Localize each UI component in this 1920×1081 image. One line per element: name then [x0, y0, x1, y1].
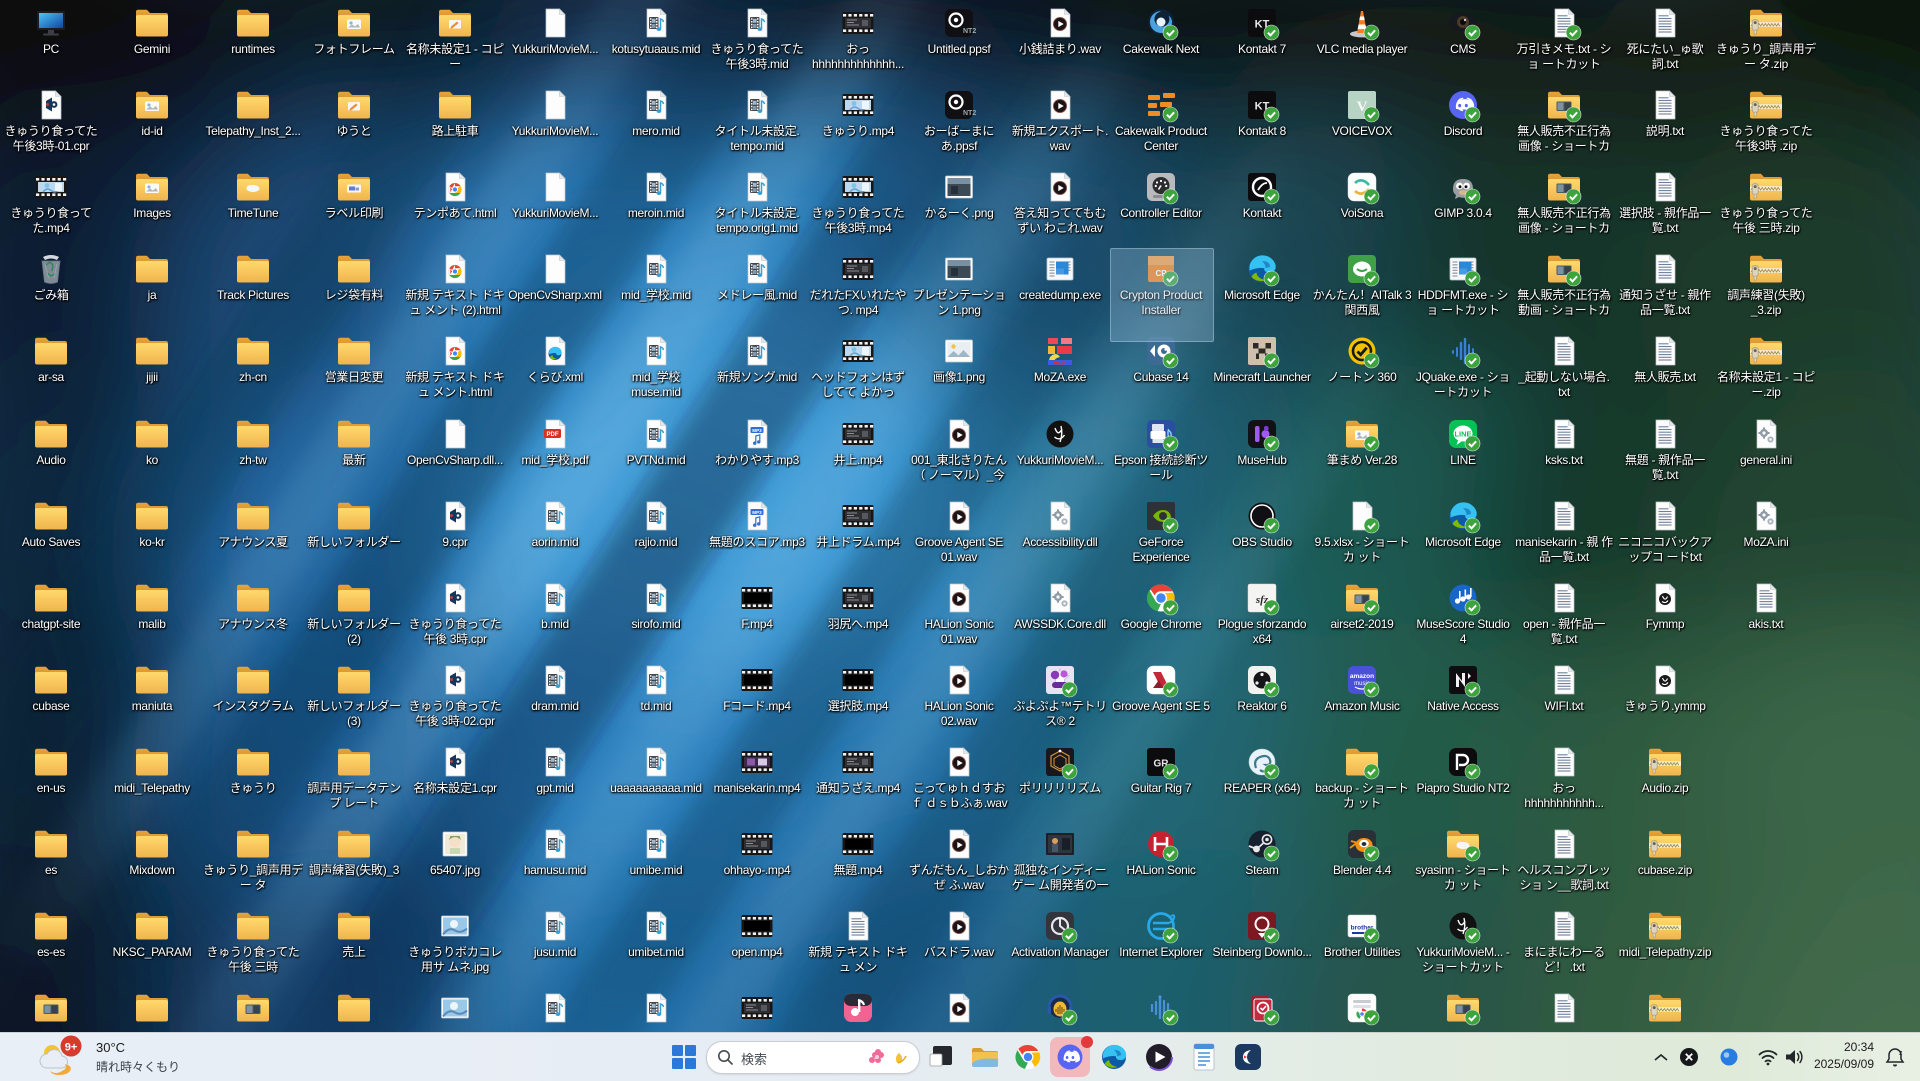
- svg-text:z: z: [1899, 1050, 1903, 1057]
- svg-text:9+: 9+: [65, 1042, 78, 1054]
